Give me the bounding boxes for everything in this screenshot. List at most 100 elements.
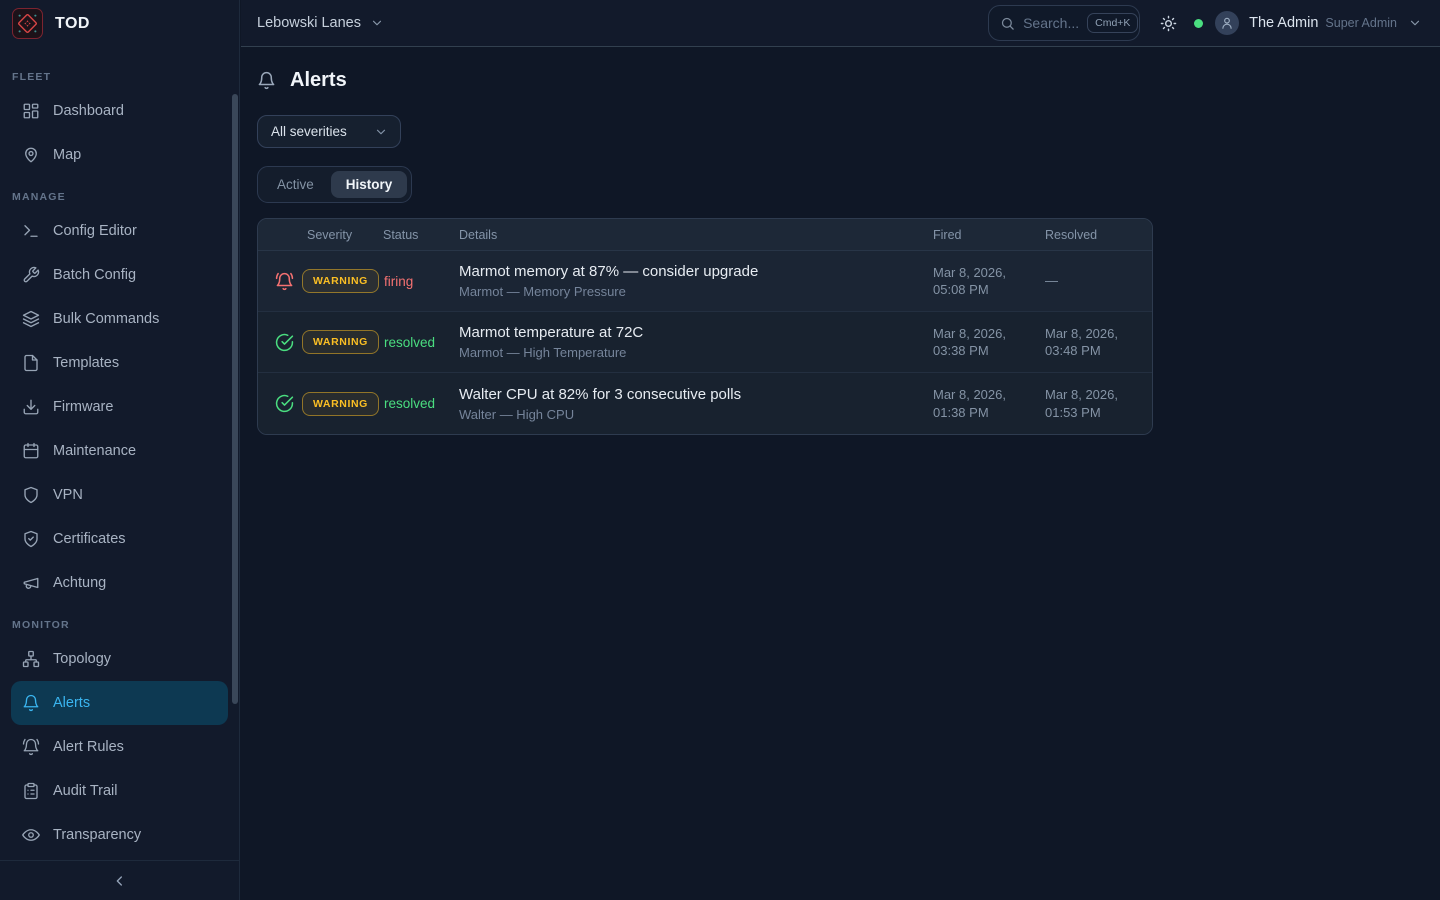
calendar-icon (22, 442, 40, 460)
severity-badge: WARNING (302, 330, 379, 354)
check-circle-icon (258, 333, 302, 352)
sidebar-item-label: Templates (53, 355, 119, 371)
tod-logo-icon (12, 8, 43, 39)
terminal-icon (22, 222, 40, 240)
fired-timestamp: Mar 8, 2026, 03:38 PM (928, 325, 1040, 359)
tab-history[interactable]: History (331, 171, 408, 198)
sidebar-item-label: Map (53, 147, 81, 163)
search-placeholder: Search... (1023, 15, 1079, 31)
sidebar-item-transparency[interactable]: Transparency (11, 813, 228, 857)
sidebar-item-label: Dashboard (53, 103, 124, 119)
sidebar-item-certificates[interactable]: Certificates (11, 517, 228, 561)
user-menu-chevron-icon[interactable] (1408, 16, 1422, 30)
col-header-severity: Severity (302, 228, 378, 242)
alert-details: Marmot temperature at 72C Marmot — High … (454, 324, 928, 360)
sidebar-item-label: Audit Trail (53, 783, 117, 799)
sidebar-item-dashboard[interactable]: Dashboard (11, 89, 228, 133)
sidebar-item-label: Config Editor (53, 223, 137, 239)
network-icon (22, 650, 40, 668)
sidebar-scrollbar[interactable] (232, 94, 238, 704)
chevron-down-icon (370, 16, 384, 30)
bell-ring-icon (258, 272, 302, 291)
alert-details: Walter CPU at 82% for 3 consecutive poll… (454, 386, 928, 422)
wrench-icon (22, 266, 40, 284)
col-header-status: Status (378, 228, 454, 242)
alerts-history-table: Severity Status Details Fired Resolved W… (257, 218, 1153, 435)
alert-subtitle: Marmot — Memory Pressure (459, 284, 928, 299)
col-header-resolved: Resolved (1040, 228, 1152, 242)
chevron-down-icon (374, 125, 388, 139)
sidebar-item-label: Achtung (53, 575, 106, 591)
sidebar-item-label: Certificates (53, 531, 126, 547)
alert-subtitle: Marmot — High Temperature (459, 345, 928, 360)
user-role-badge: Super Admin (1325, 16, 1397, 30)
resolved-timestamp: Mar 8, 2026, 03:48 PM (1040, 325, 1152, 359)
severity-badge: WARNING (302, 392, 379, 416)
sidebar-item-label: Transparency (53, 827, 141, 843)
sidebar-item-topology[interactable]: Topology (11, 637, 228, 681)
section-label-manage: MANAGE (12, 191, 227, 203)
sidebar-item-config-editor[interactable]: Config Editor (11, 209, 228, 253)
fired-timestamp: Mar 8, 2026, 01:38 PM (928, 386, 1040, 420)
fired-timestamp: Mar 8, 2026, 05:08 PM (928, 264, 1040, 298)
sidebar-item-alert-rules[interactable]: Alert Rules (11, 725, 228, 769)
topbar-right: Search... Cmd+K The Admin Super Admin (988, 5, 1422, 41)
resolved-timestamp: — (1040, 272, 1152, 289)
search-input[interactable]: Search... Cmd+K (988, 5, 1140, 41)
theme-toggle-sun-icon[interactable] (1160, 15, 1177, 32)
sidebar-item-bulk-commands[interactable]: Bulk Commands (11, 297, 228, 341)
table-row[interactable]: WARNING resolved Marmot temperature at 7… (258, 312, 1152, 373)
sidebar-item-vpn[interactable]: VPN (11, 473, 228, 517)
alerts-page: Alerts All severities Active History Sev… (241, 48, 1440, 900)
sidebar-item-achtung[interactable]: Achtung (11, 561, 228, 605)
section-label-monitor: MONITOR (12, 619, 227, 631)
sidebar-item-label: Firmware (53, 399, 113, 415)
status-text: resolved (378, 335, 454, 350)
alert-title: Walter CPU at 82% for 3 consecutive poll… (459, 386, 928, 403)
sidebar-item-maintenance[interactable]: Maintenance (11, 429, 228, 473)
search-shortcut-hint: Cmd+K (1087, 13, 1138, 33)
layers-icon (22, 310, 40, 328)
alerts-tab-group: Active History (257, 166, 412, 203)
severity-badge: WARNING (302, 269, 379, 293)
alert-subtitle: Walter — High CPU (459, 407, 928, 422)
sidebar: TOD FLEET Dashboard Map MANAGE Config Ed… (0, 0, 240, 900)
table-row[interactable]: WARNING firing Marmot memory at 87% — co… (258, 251, 1152, 312)
org-switcher[interactable]: Lebowski Lanes (257, 15, 384, 31)
dashboard-icon (22, 102, 40, 120)
sidebar-item-templates[interactable]: Templates (11, 341, 228, 385)
sidebar-item-alerts[interactable]: Alerts (11, 681, 228, 725)
status-text: resolved (378, 396, 454, 411)
severity-filter-select[interactable]: All severities (257, 115, 401, 148)
map-pin-icon (22, 146, 40, 164)
table-row[interactable]: WARNING resolved Walter CPU at 82% for 3… (258, 373, 1152, 434)
alert-title: Marmot temperature at 72C (459, 324, 928, 341)
user-avatar[interactable] (1215, 11, 1239, 35)
alerts-bell-icon (257, 71, 276, 90)
sidebar-item-audit-trail[interactable]: Audit Trail (11, 769, 228, 813)
sidebar-item-label: Topology (53, 651, 111, 667)
download-icon (22, 398, 40, 416)
sidebar-item-map[interactable]: Map (11, 133, 228, 177)
bell-ring-icon (22, 738, 40, 756)
alert-title: Marmot memory at 87% — consider upgrade (459, 263, 928, 280)
sidebar-collapse-button[interactable] (0, 860, 239, 900)
tab-active[interactable]: Active (262, 171, 329, 198)
bell-icon (22, 694, 40, 712)
sidebar-item-label: Alert Rules (53, 739, 124, 755)
sidebar-item-firmware[interactable]: Firmware (11, 385, 228, 429)
check-circle-icon (258, 394, 302, 413)
sidebar-nav: FLEET Dashboard Map MANAGE Config Editor (0, 47, 239, 860)
sidebar-item-batch-config[interactable]: Batch Config (11, 253, 228, 297)
user-name: The Admin (1249, 15, 1318, 31)
resolved-timestamp: Mar 8, 2026, 01:53 PM (1040, 386, 1152, 420)
page-header: Alerts (257, 69, 1440, 92)
connection-status-dot (1194, 19, 1203, 28)
shield-check-icon (22, 530, 40, 548)
brand-name: TOD (55, 15, 90, 33)
shield-icon (22, 486, 40, 504)
org-name: Lebowski Lanes (257, 15, 361, 31)
sidebar-item-label: Bulk Commands (53, 311, 159, 327)
search-icon (1000, 16, 1015, 31)
chevron-left-icon (112, 873, 128, 889)
